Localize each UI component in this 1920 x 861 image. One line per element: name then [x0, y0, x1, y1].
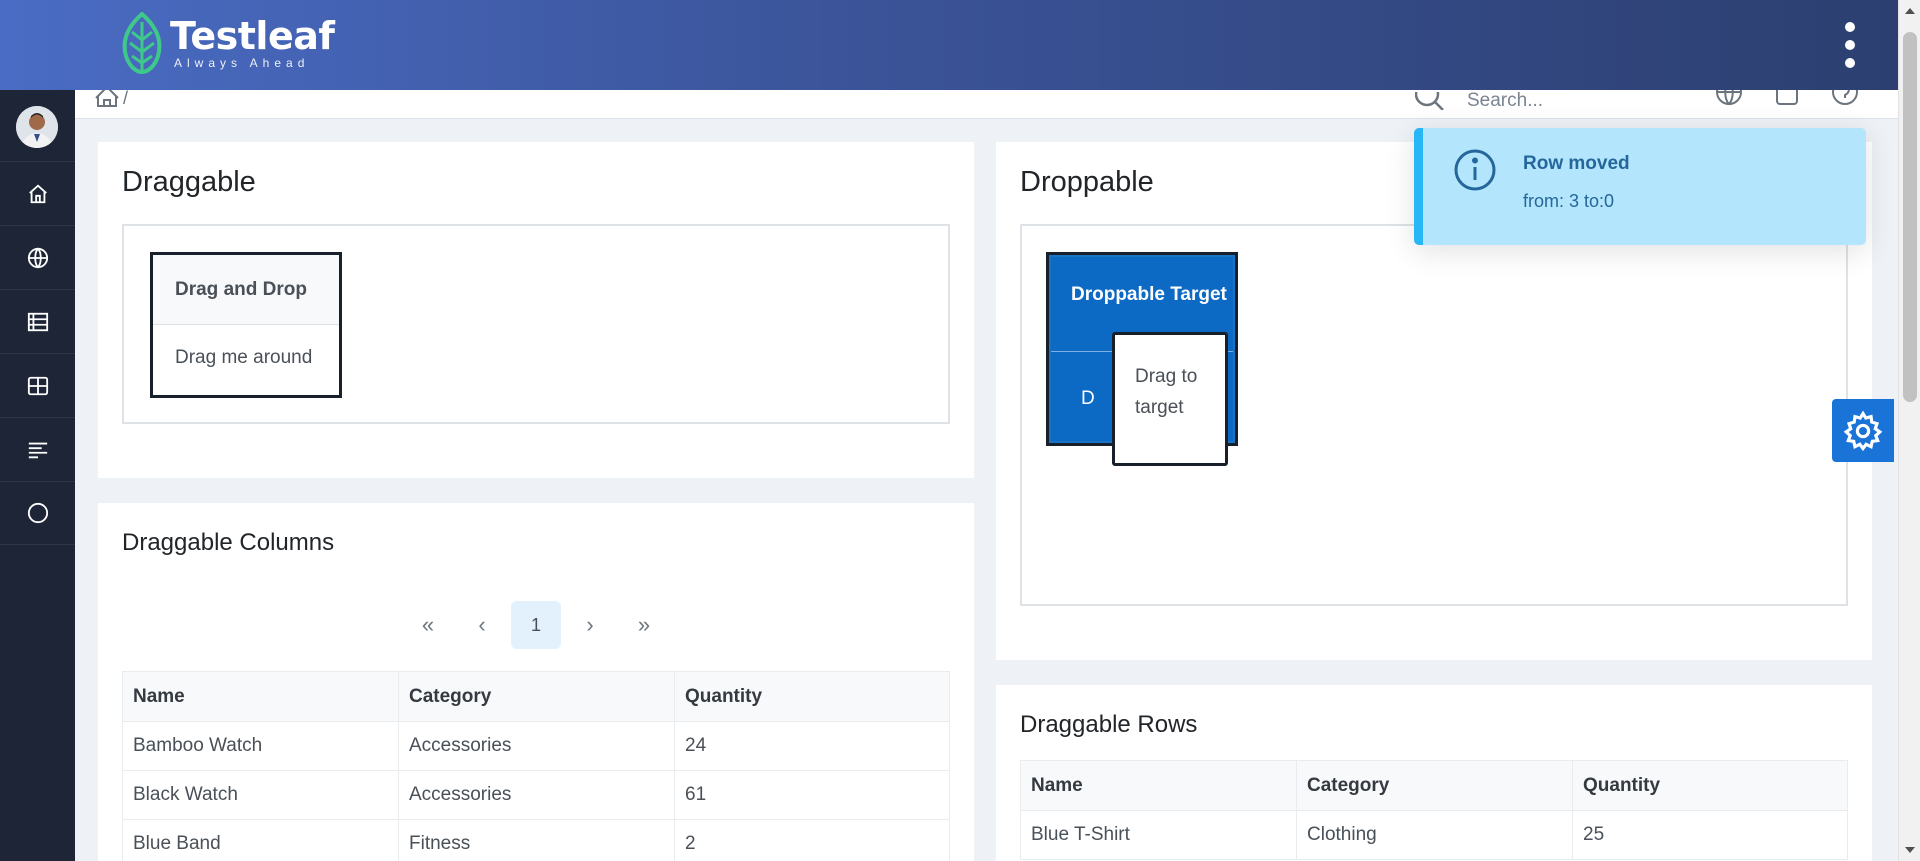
table-row: Bamboo Watch Accessories 24: [122, 721, 950, 771]
avatar[interactable]: [16, 106, 58, 148]
column-header-category: Category: [1296, 760, 1573, 811]
prev-page-button[interactable]: ‹: [457, 601, 507, 649]
home-icon: [28, 184, 47, 203]
page-scrollbar[interactable]: [1898, 0, 1920, 861]
table-cell: 25: [1572, 810, 1848, 860]
column-header-category[interactable]: Category: [398, 671, 675, 722]
draggable-columns-card: Draggable Columns « ‹ 1 › » Name Categor…: [98, 503, 974, 861]
top-header: Testleaf Always Ahead: [0, 0, 1898, 90]
logo-tagline: Always Ahead: [174, 56, 310, 70]
search-bar: [1415, 90, 1687, 112]
logo-name: Testleaf: [170, 14, 335, 58]
sidebar-item-misc[interactable]: [0, 481, 75, 545]
column-header-name[interactable]: Name: [122, 671, 399, 722]
sidebar-item-table[interactable]: [0, 289, 75, 353]
scroll-up-arrow[interactable]: [1905, 8, 1915, 14]
table-cell: Accessories: [398, 721, 675, 771]
table-cell: Clothing: [1296, 810, 1573, 860]
scroll-down-arrow[interactable]: [1905, 847, 1915, 853]
home-icon[interactable]: [95, 90, 119, 107]
table-list-icon: [27, 312, 48, 331]
layout-config-button[interactable]: [1832, 399, 1894, 462]
sidebar-item-browser[interactable]: [0, 225, 75, 289]
first-page-button[interactable]: «: [403, 601, 453, 649]
leaf-logo-icon: [122, 12, 162, 74]
page-1-button[interactable]: 1: [511, 601, 561, 649]
drag-me-panel[interactable]: Drag and Drop Drag me around: [150, 252, 342, 398]
toast-detail: from: 3 to:0: [1523, 191, 1615, 211]
breadcrumb: /: [95, 88, 129, 108]
sidebar-item-home[interactable]: [0, 161, 75, 225]
grid-icon: [27, 376, 48, 395]
circle-icon: [27, 502, 48, 524]
table-cell: Blue Band: [122, 819, 399, 861]
sub-header: /: [75, 88, 1898, 119]
draggable-card: Draggable Drag and Drop Drag me around: [98, 142, 974, 478]
column-header-quantity[interactable]: Quantity: [674, 671, 950, 722]
table-row[interactable]: Blue T-Shirt Clothing 25: [1020, 810, 1848, 860]
next-page-button[interactable]: ›: [565, 601, 615, 649]
sidebar-item-text[interactable]: [0, 417, 75, 481]
drag-panel-body: Drag me around: [175, 347, 313, 368]
draggable-area: Drag and Drop Drag me around: [122, 224, 950, 424]
testleaf-logo[interactable]: Testleaf Always Ahead: [120, 12, 335, 74]
draggable-columns-title: Draggable Columns: [122, 529, 335, 556]
sidebar: [0, 90, 75, 861]
table-cell: Bamboo Watch: [122, 721, 399, 771]
table-cell: 2: [674, 819, 950, 861]
table-row: Black Watch Accessories 61: [122, 770, 950, 820]
help-icon[interactable]: [1831, 90, 1859, 106]
draggable-rows-title: Draggable Rows: [1020, 711, 1198, 738]
column-header-quantity: Quantity: [1572, 760, 1848, 811]
window-icon[interactable]: [1773, 90, 1801, 106]
drag-panel-header: Drag and Drop: [153, 255, 339, 325]
droppable-area: Droppable Target D Drag to target: [1020, 224, 1848, 606]
table-cell: 61: [674, 770, 950, 820]
drag-to-target-item[interactable]: Drag to target: [1112, 332, 1228, 466]
more-options-icon[interactable]: [1842, 22, 1858, 68]
table-cell: Accessories: [398, 770, 675, 820]
column-header-name: Name: [1020, 760, 1297, 811]
gear-icon: [1843, 409, 1883, 451]
draggable-columns-table: Name Category Quantity Bamboo Watch Acce…: [122, 671, 950, 861]
scrollbar-thumb[interactable]: [1903, 32, 1917, 402]
globe-icon: [27, 247, 48, 268]
search-input[interactable]: [1467, 90, 1687, 112]
search-icon[interactable]: [1415, 92, 1445, 110]
table-cell: Fitness: [398, 819, 675, 861]
sidebar-item-grid[interactable]: [0, 353, 75, 417]
align-left-icon: [28, 442, 47, 458]
draggable-rows-card: Draggable Rows Name Category Quantity Bl…: [996, 685, 1872, 861]
language-globe-icon[interactable]: [1715, 90, 1743, 106]
toast-notification[interactable]: Row moved from: 3 to:0: [1414, 128, 1866, 245]
table-cell: Blue T-Shirt: [1020, 810, 1297, 860]
table-row: Blue Band Fitness 2: [122, 819, 950, 861]
draggable-rows-table: Name Category Quantity Blue T-Shirt Clot…: [1020, 760, 1848, 860]
droppable-title: Droppable: [1020, 166, 1154, 198]
breadcrumb-separator: /: [123, 88, 129, 108]
toast-title: Row moved: [1523, 153, 1630, 174]
info-icon: [1454, 149, 1496, 191]
last-page-button[interactable]: »: [619, 601, 669, 649]
table-cell: 24: [674, 721, 950, 771]
paginator: « ‹ 1 › »: [98, 601, 974, 649]
draggable-title: Draggable: [122, 166, 256, 198]
table-cell: Black Watch: [122, 770, 399, 820]
